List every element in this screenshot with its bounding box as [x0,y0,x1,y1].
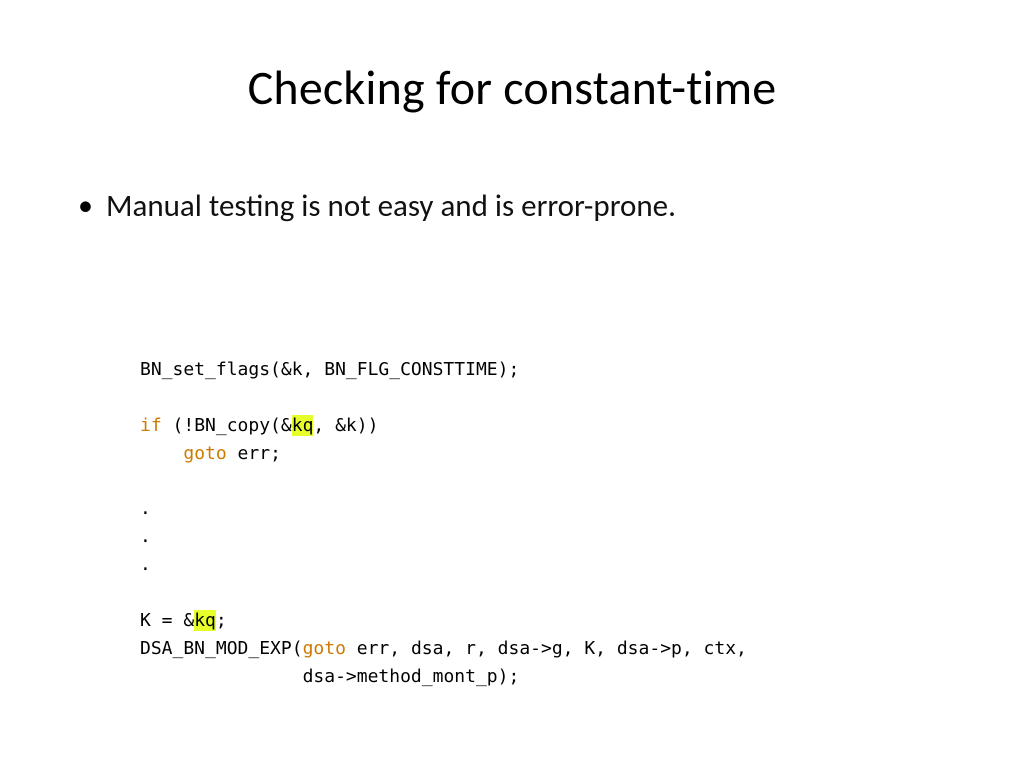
code-highlight: kq [194,610,216,631]
code-ellipsis: . [140,498,151,519]
code-indent [140,666,303,687]
code-text: DSA_BN_MOD_EXP( [140,638,303,659]
slide-title: Checking for constant-time [0,58,1024,117]
bullet-list: Manual testing is not easy and is error-… [74,186,950,226]
code-block: BN_set_flags(&k, BN_FLG_CONSTTIME); if (… [140,356,747,691]
code-text: (!BN_copy(& [162,415,292,436]
code-text: err; [227,443,281,464]
code-text: dsa->method_mont_p); [303,666,520,687]
code-text: err, dsa, r, dsa->g, K, dsa->p, ctx, [346,638,747,659]
code-keyword: goto [183,443,226,464]
code-highlight: kq [292,415,314,436]
bullet-item: Manual testing is not easy and is error-… [74,186,950,226]
code-text: , &k)) [313,415,378,436]
slide: Checking for constant-time Manual testin… [0,0,1024,768]
code-ellipsis: . [140,554,151,575]
code-text: ; [216,610,227,631]
code-text: K = & [140,610,194,631]
code-indent [140,443,183,464]
code-keyword: goto [303,638,346,659]
code-text: BN_set_flags(&k, BN_FLG_CONSTTIME); [140,359,519,380]
code-ellipsis: . [140,526,151,547]
code-keyword: if [140,415,162,436]
